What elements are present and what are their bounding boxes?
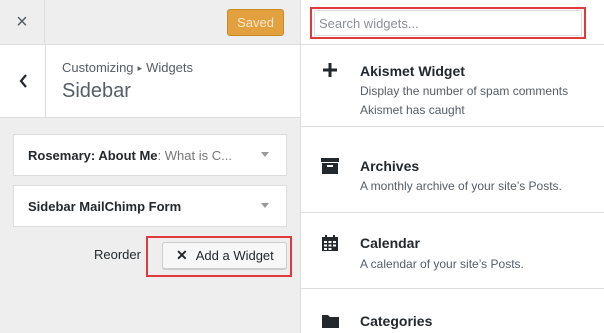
breadcrumb: Customizing ▸ Widgets [62,60,193,75]
calendar-icon [321,234,339,252]
widget-subtitle: : What is C... [157,147,232,163]
customizer-topbar: × Saved [0,0,300,45]
sidebar-widget-item[interactable]: Rosemary: About Me: What is C... [13,134,287,176]
add-widget-label: Add a Widget [195,248,274,263]
breadcrumb-arrow-icon: ▸ [137,63,143,73]
search-bar [301,0,604,45]
available-widget-item[interactable]: Akismet Widget Display the number of spa… [301,45,604,127]
widget-name: Calendar [360,235,420,251]
widget-name: Sidebar MailChimp Form [28,198,182,214]
search-input[interactable] [314,10,582,36]
widget-name: Categories [360,313,433,329]
available-widgets-panel: Akismet Widget Display the number of spa… [300,0,604,333]
chevron-left-icon [19,74,27,88]
widget-name: Rosemary: About Me [28,147,158,163]
page-title: Sidebar [62,80,131,102]
widget-name: Akismet Widget [360,63,465,79]
caret-down-icon[interactable] [261,152,269,157]
back-button[interactable] [0,45,46,117]
close-customizer-button[interactable]: × [0,0,45,45]
plus-icon [321,61,339,79]
breadcrumb-current: Widgets [146,60,194,75]
close-icon: × [16,11,28,33]
widget-name: Archives [360,158,420,174]
caret-down-icon[interactable] [261,203,269,208]
breadcrumb-parent: Customizing [62,60,134,75]
archive-icon [321,157,339,175]
sidebar-widget-item[interactable]: Sidebar MailChimp Form [13,185,287,227]
widget-description: A calendar of your site’s Posts. [360,257,524,271]
available-widget-item[interactable]: Calendar A calendar of your site’s Posts… [301,213,604,289]
available-widget-item[interactable]: Archives A monthly archive of your site’… [301,127,604,213]
customizer-panel: × Saved Customizing ▸ Widgets Sidebar Rose… [0,0,300,333]
section-header: Customizing ▸ Widgets Sidebar [0,45,300,118]
available-widget-item[interactable]: Categories [301,289,604,333]
widget-description: Display the number of spam comments Akis… [360,84,569,117]
widget-description: A monthly archive of your site’s Posts. [360,179,562,193]
close-icon: ✕ [176,247,188,263]
add-widget-button[interactable]: ✕ Add a Widget [162,242,287,269]
reorder-link[interactable]: Reorder [94,247,141,262]
folder-icon [321,312,339,330]
saved-button[interactable]: Saved [227,9,284,36]
